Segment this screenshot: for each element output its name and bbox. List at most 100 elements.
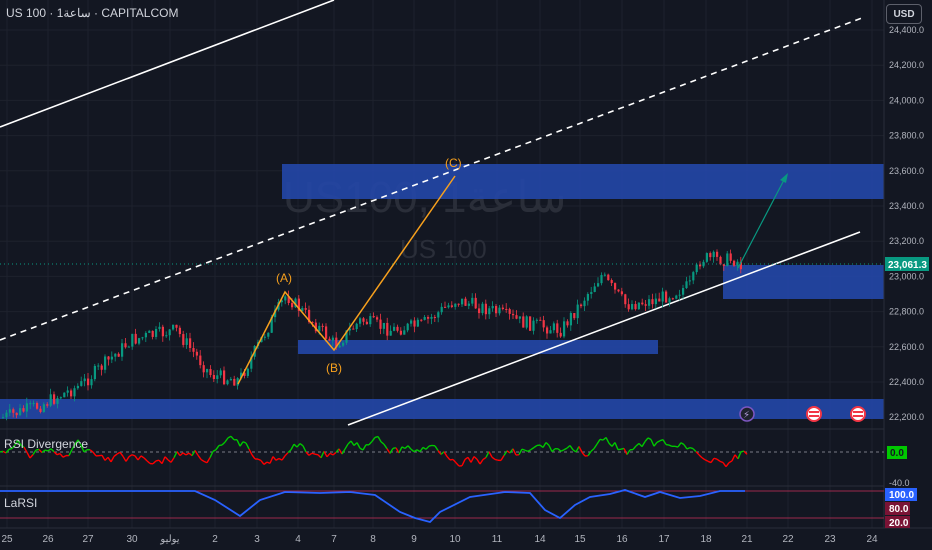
rsi-segment <box>518 448 523 455</box>
candle-body <box>682 288 685 295</box>
candle-body <box>141 337 144 339</box>
symbol-title[interactable]: US 100 · 1ساعة · CAPITALCOM <box>6 6 178 20</box>
flag-stripe <box>809 415 819 417</box>
rsi-segment <box>56 452 61 456</box>
candle-body <box>430 317 433 319</box>
rsi-segment <box>170 457 175 463</box>
candle-body <box>454 303 457 307</box>
candle-body <box>563 321 566 337</box>
flag-stripe <box>809 411 819 413</box>
candle-body <box>209 369 212 375</box>
rsi-segment <box>668 444 673 448</box>
candle-body <box>70 390 73 397</box>
rsi-segment <box>350 440 355 446</box>
candle-body <box>450 305 453 307</box>
rsi-divergence-label[interactable]: RSI Divergence <box>4 437 88 451</box>
rsi-segment <box>305 451 310 456</box>
rsi-segment <box>257 458 262 462</box>
candle-body <box>117 353 120 357</box>
rsi-segment <box>377 436 382 443</box>
time-tick-label: 15 <box>574 534 586 545</box>
candle-body <box>267 332 270 337</box>
rsi-segment <box>512 448 517 456</box>
us-flag-icon[interactable] <box>850 406 866 422</box>
rsi-segment <box>236 439 241 447</box>
rsi-segment <box>530 446 535 451</box>
price-axis[interactable]: 24,400.0 24,200.0 24,000.0 23,800.0 23,600.0… <box>889 25 924 422</box>
time-axis[interactable]: 25 26 27 30 يوليو 2 3 4 7 8 9 10 11 14 15 16 17 18 21 22 23 2… <box>1 534 878 545</box>
time-tick-label: 16 <box>616 534 628 545</box>
rsi-segment <box>248 448 253 456</box>
candle-body <box>546 327 549 334</box>
candle-body <box>389 330 392 336</box>
rsi-segment <box>200 458 205 463</box>
candle-body <box>729 253 732 261</box>
rsi-segment <box>272 456 277 461</box>
candle-body <box>233 378 236 386</box>
currency-button[interactable]: USD <box>886 4 922 24</box>
candle-body <box>423 317 426 320</box>
rsi-segment <box>119 451 124 457</box>
candle-body <box>12 409 15 413</box>
candle-body <box>654 298 657 305</box>
rsi-segment <box>545 441 550 446</box>
time-tick-label: 21 <box>741 534 753 545</box>
rsi-segment <box>488 451 493 458</box>
rsi-segment <box>107 456 112 463</box>
candle-body <box>396 326 399 331</box>
support-zone-mid[interactable] <box>298 340 658 354</box>
candle-body <box>182 334 185 345</box>
rsi-segment <box>599 438 604 441</box>
price-tick-label: 22,600.0 <box>889 342 924 352</box>
rsi-segment <box>269 456 274 464</box>
rsi-segment <box>722 462 727 468</box>
rsi-segment <box>290 443 295 451</box>
candle-body <box>382 322 385 329</box>
rsi-segment <box>101 454 106 461</box>
candle-body <box>338 345 341 348</box>
rsi-segment <box>623 448 628 455</box>
larsi-label[interactable]: LaRSI <box>4 496 37 510</box>
rsi-segment <box>614 442 619 450</box>
candle-body <box>624 294 627 305</box>
candle-body <box>161 326 164 337</box>
rsi-segment <box>191 450 196 457</box>
rsi-segment <box>680 442 685 446</box>
rsi-segment <box>656 440 661 443</box>
rsi-segment <box>689 446 694 450</box>
us-flag-icon[interactable] <box>806 406 822 422</box>
rsi-segment <box>110 456 115 463</box>
rsi-segment <box>176 451 181 457</box>
time-tick-label: 14 <box>534 534 546 545</box>
price-tick-label: 23,800.0 <box>889 131 924 141</box>
candle-body <box>627 304 630 310</box>
candle-body <box>522 316 525 328</box>
resistance-zone[interactable] <box>282 164 884 199</box>
rsi-segment <box>683 444 688 450</box>
candle-body <box>651 299 654 305</box>
rsi-segment <box>143 457 148 462</box>
candle-body <box>495 306 498 314</box>
rsi-segment <box>152 460 157 465</box>
candle-body <box>617 289 620 292</box>
support-zone-right[interactable] <box>723 265 884 299</box>
candle-body <box>318 325 321 332</box>
rsi-segment <box>596 438 601 445</box>
candle-body <box>104 356 107 370</box>
candle-body <box>637 302 640 310</box>
candle-body <box>481 303 484 314</box>
watermark-name: US 100 <box>400 234 487 264</box>
candle-body <box>525 316 528 328</box>
candle-body <box>556 323 559 333</box>
flag-stripe <box>853 411 863 413</box>
chart-canvas[interactable]: US100, 1ساعة US 100 (A) (B) (C) 24,400.0… <box>0 0 932 550</box>
rsi-segment <box>677 442 682 448</box>
time-tick-label: 8 <box>370 534 376 545</box>
rsi-segment <box>344 443 349 450</box>
candle-body <box>515 315 518 319</box>
rsi-segment <box>467 456 472 463</box>
rsi-segment <box>455 462 460 467</box>
candle-body <box>661 291 664 302</box>
candle-body <box>352 328 355 330</box>
rsi-segment <box>590 448 595 452</box>
